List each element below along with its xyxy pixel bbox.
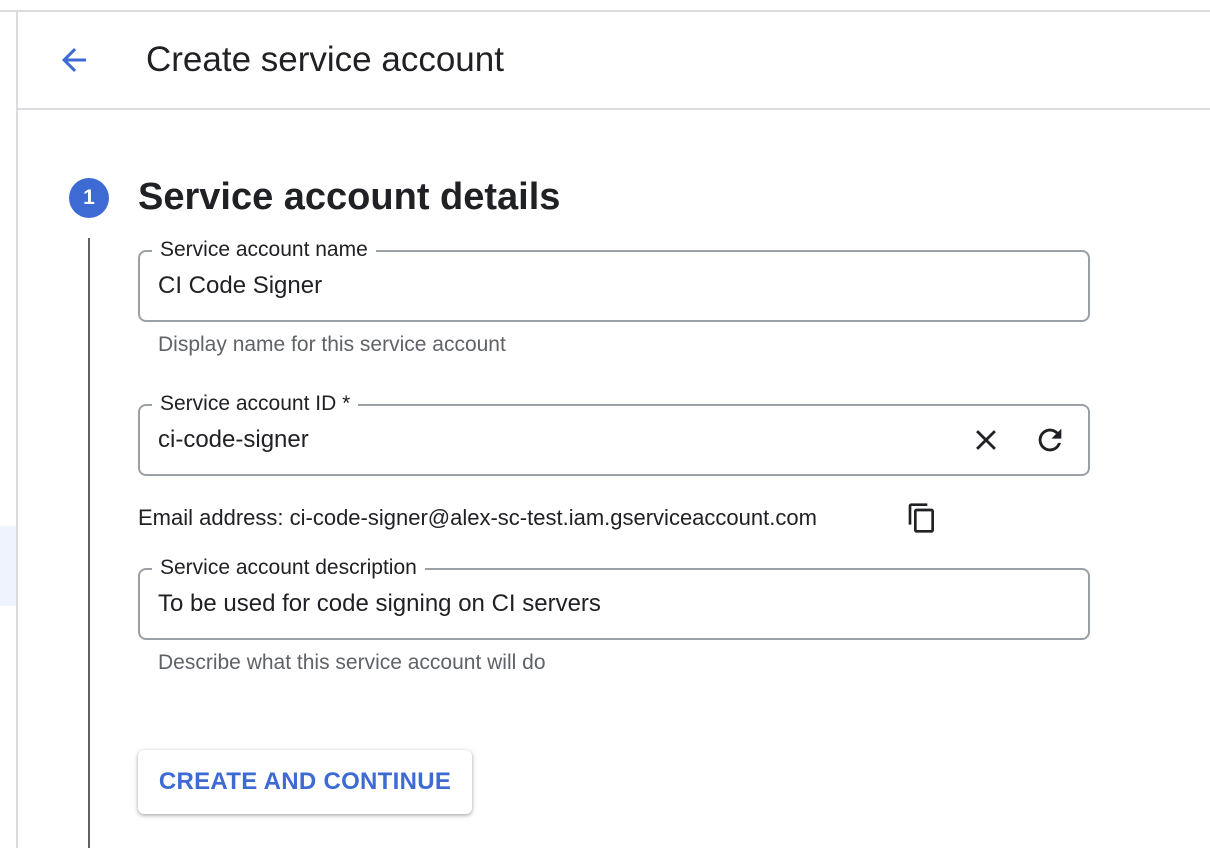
service-account-name-input[interactable]	[158, 270, 938, 302]
email-address-text: Email address: ci-code-signer@alex-sc-te…	[138, 505, 817, 530]
refresh-icon	[1038, 428, 1062, 452]
create-service-account-page: Create service account 1 Service account…	[0, 0, 1210, 848]
service-account-name-label: Service account name	[152, 236, 376, 264]
service-account-name-hint: Display name for this service account	[158, 333, 506, 356]
service-account-id-input[interactable]	[158, 424, 938, 456]
step-title: Service account details	[138, 176, 561, 218]
service-account-description-field: Service account description	[138, 554, 1090, 640]
service-account-id-field: Service account ID *	[138, 390, 1090, 476]
refresh-button[interactable]	[1030, 420, 1070, 460]
step-connector-line	[88, 238, 90, 848]
back-button[interactable]	[52, 38, 96, 82]
close-icon	[976, 430, 996, 450]
service-account-description-input[interactable]	[158, 588, 938, 620]
create-and-continue-button[interactable]: CREATE AND CONTINUE	[138, 750, 472, 814]
service-account-description-label: Service account description	[152, 554, 425, 582]
left-rail-divider	[16, 12, 18, 848]
service-account-name-field: Service account name	[138, 236, 1090, 322]
clear-button[interactable]	[966, 420, 1006, 460]
step-number-badge: 1	[69, 178, 109, 218]
service-account-id-label: Service account ID *	[152, 390, 359, 418]
left-rail-highlight	[0, 526, 16, 606]
page-header: Create service account	[18, 12, 1210, 110]
page-title: Create service account	[146, 40, 504, 79]
copy-email-button[interactable]	[904, 498, 940, 538]
arrow-back-icon	[62, 48, 86, 72]
copy-icon	[908, 503, 934, 533]
service-account-description-hint: Describe what this service account will …	[158, 651, 546, 674]
